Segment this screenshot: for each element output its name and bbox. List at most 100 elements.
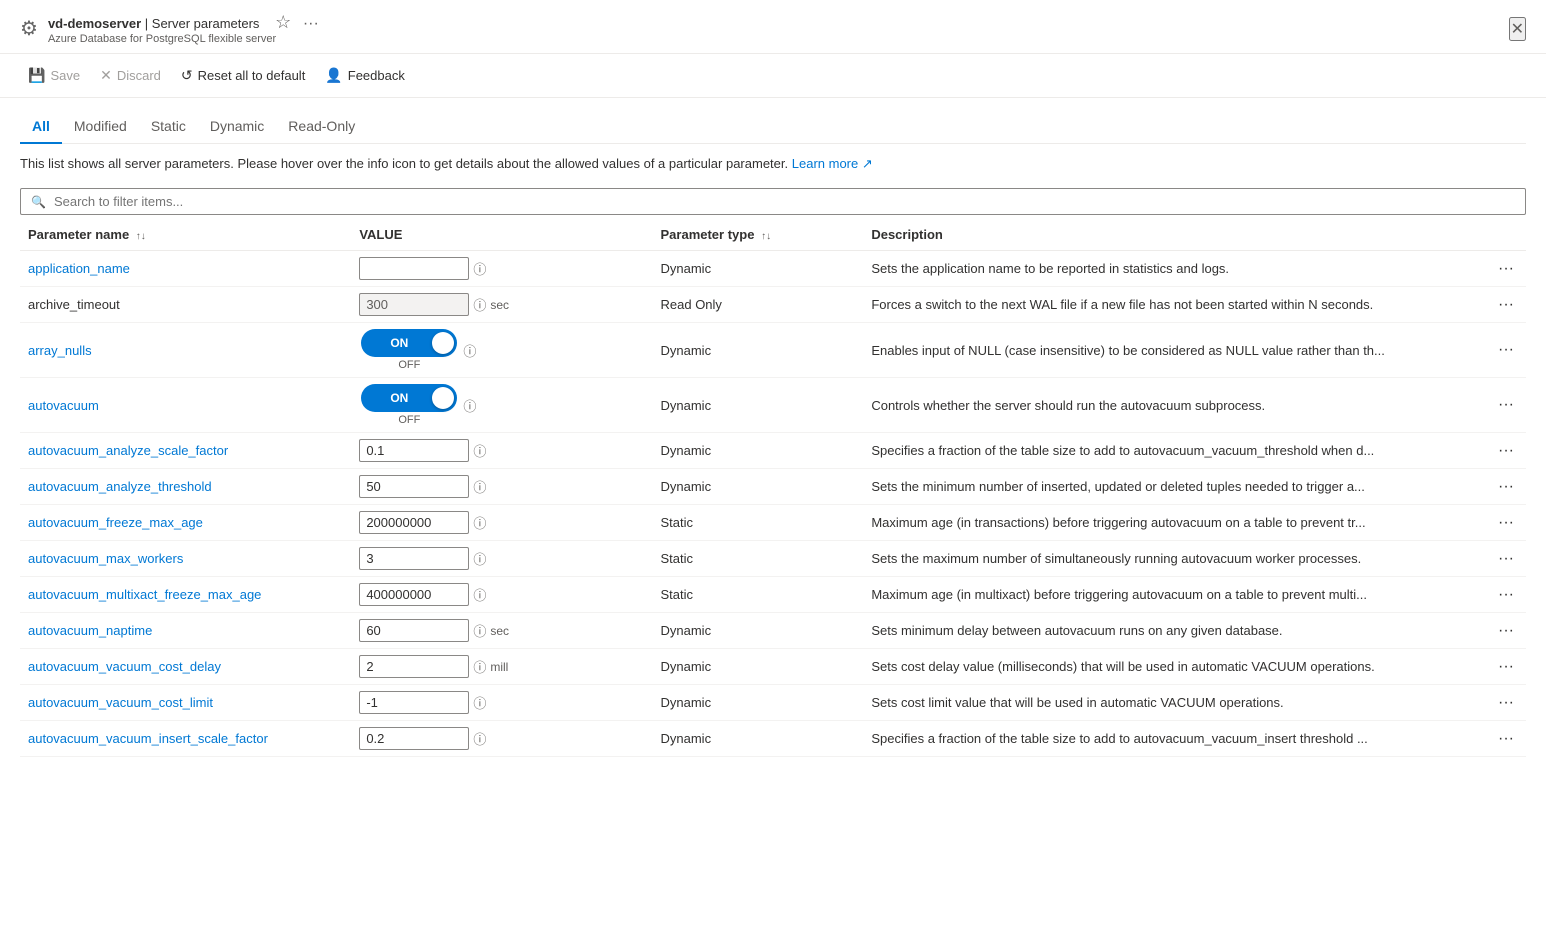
- more-options-icon[interactable]: ···: [303, 15, 319, 32]
- page-header: ⚙ vd-demoserver | Server parameters ☆ ··…: [0, 0, 1546, 54]
- value-cell: ⓘ: [359, 727, 644, 750]
- param-type: Dynamic: [653, 649, 864, 685]
- table-row: autovacuum_vacuum_cost_limitⓘDynamicSets…: [20, 685, 1526, 721]
- value-cell: ⓘ: [359, 475, 644, 498]
- row-more-button[interactable]: ···: [1494, 584, 1518, 606]
- close-button[interactable]: ✕: [1509, 17, 1526, 41]
- sort-icon-type: ↑↓: [761, 231, 771, 242]
- col-header-type[interactable]: Parameter type ↑↓: [653, 219, 864, 251]
- value-input[interactable]: [359, 439, 469, 462]
- value-cell: ONOFFⓘ: [359, 329, 644, 371]
- param-name-link[interactable]: autovacuum_analyze_threshold: [28, 479, 212, 494]
- row-more-button[interactable]: ···: [1494, 512, 1518, 534]
- param-name-link[interactable]: autovacuum_analyze_scale_factor: [28, 443, 228, 458]
- value-input[interactable]: [359, 619, 469, 642]
- table-header-row: Parameter name ↑↓ VALUE Parameter type ↑…: [20, 219, 1526, 251]
- value-cell: ⓘ: [359, 547, 644, 570]
- param-type: Read Only: [653, 287, 864, 323]
- value-input[interactable]: [359, 511, 469, 534]
- description-text: Maximum age (in transactions) before tri…: [871, 515, 1451, 530]
- info-icon[interactable]: ⓘ: [473, 621, 486, 640]
- tab-readonly[interactable]: Read-Only: [276, 110, 367, 144]
- value-input[interactable]: [359, 547, 469, 570]
- table-row: autovacuum_max_workersⓘStaticSets the ma…: [20, 541, 1526, 577]
- param-name-link[interactable]: autovacuum_max_workers: [28, 551, 183, 566]
- row-more-button[interactable]: ···: [1494, 294, 1518, 316]
- favorite-icon[interactable]: ☆: [275, 12, 291, 32]
- row-more-button[interactable]: ···: [1494, 656, 1518, 678]
- table-row: autovacuum_analyze_thresholdⓘDynamicSets…: [20, 469, 1526, 505]
- param-name-link[interactable]: autovacuum_vacuum_cost_limit: [28, 695, 213, 710]
- row-more-button[interactable]: ···: [1494, 548, 1518, 570]
- value-cell: ⓘ: [359, 439, 644, 462]
- param-name-link[interactable]: autovacuum_naptime: [28, 623, 152, 638]
- table-row: autovacuum_multixact_freeze_max_ageⓘStat…: [20, 577, 1526, 613]
- info-icon[interactable]: ⓘ: [473, 729, 486, 748]
- row-more-button[interactable]: ···: [1494, 476, 1518, 498]
- row-more-button[interactable]: ···: [1494, 728, 1518, 750]
- param-name-link[interactable]: application_name: [28, 261, 130, 276]
- value-input[interactable]: [359, 257, 469, 280]
- value-cell: ⓘmill: [359, 655, 644, 678]
- col-header-param[interactable]: Parameter name ↑↓: [20, 219, 351, 251]
- tab-dynamic[interactable]: Dynamic: [198, 110, 276, 144]
- row-more-button[interactable]: ···: [1494, 692, 1518, 714]
- param-name-link[interactable]: autovacuum_vacuum_cost_delay: [28, 659, 221, 674]
- feedback-button[interactable]: 👤 Feedback: [317, 62, 413, 89]
- info-icon[interactable]: ⓘ: [463, 341, 476, 360]
- row-more-button[interactable]: ···: [1494, 620, 1518, 642]
- info-icon[interactable]: ⓘ: [463, 396, 476, 415]
- toggle-on-label: ON: [361, 391, 457, 405]
- info-icon[interactable]: ⓘ: [473, 657, 486, 676]
- value-cell: ONOFFⓘ: [359, 384, 644, 426]
- row-more-button[interactable]: ···: [1494, 339, 1518, 361]
- sort-icon-param: ↑↓: [136, 231, 146, 242]
- param-type: Dynamic: [653, 721, 864, 757]
- discard-icon: ✕: [100, 67, 112, 84]
- info-icon[interactable]: ⓘ: [473, 693, 486, 712]
- row-more-button[interactable]: ···: [1494, 258, 1518, 280]
- param-name-link[interactable]: array_nulls: [28, 343, 92, 358]
- toggle-container: ONOFF: [359, 384, 459, 426]
- value-input[interactable]: [359, 727, 469, 750]
- param-type: Dynamic: [653, 469, 864, 505]
- value-input[interactable]: [359, 583, 469, 606]
- value-input[interactable]: [359, 691, 469, 714]
- row-more-button[interactable]: ···: [1494, 440, 1518, 462]
- learn-more-link[interactable]: Learn more ↗: [792, 156, 873, 171]
- param-type: Dynamic: [653, 378, 864, 433]
- info-icon[interactable]: ⓘ: [473, 585, 486, 604]
- description-text: Specifies a fraction of the table size t…: [871, 731, 1451, 746]
- col-header-desc: Description: [863, 219, 1465, 251]
- info-icon[interactable]: ⓘ: [473, 513, 486, 532]
- tab-static[interactable]: Static: [139, 110, 198, 144]
- toggle-switch[interactable]: ON: [361, 329, 457, 357]
- value-cell: ⓘ: [359, 691, 644, 714]
- value-input: [359, 293, 469, 316]
- param-name-link[interactable]: autovacuum_multixact_freeze_max_age: [28, 587, 261, 602]
- info-icon[interactable]: ⓘ: [473, 549, 486, 568]
- save-button[interactable]: 💾 Save: [20, 62, 88, 89]
- row-more-button[interactable]: ···: [1494, 394, 1518, 416]
- tab-modified[interactable]: Modified: [62, 110, 139, 144]
- reset-button[interactable]: ↺ Reset all to default: [173, 62, 313, 89]
- tab-all[interactable]: All: [20, 110, 62, 144]
- param-name-link[interactable]: autovacuum_vacuum_insert_scale_factor: [28, 731, 268, 746]
- gear-icon: ⚙: [20, 16, 38, 41]
- param-type: Static: [653, 505, 864, 541]
- value-input[interactable]: [359, 655, 469, 678]
- param-name-link[interactable]: autovacuum: [28, 398, 99, 413]
- description-text: This list shows all server parameters. P…: [20, 156, 788, 171]
- toggle-switch[interactable]: ON: [361, 384, 457, 412]
- info-icon[interactable]: ⓘ: [473, 259, 486, 278]
- param-type: Dynamic: [653, 613, 864, 649]
- value-cell: ⓘ: [359, 583, 644, 606]
- search-input[interactable]: [54, 194, 1515, 209]
- info-icon[interactable]: ⓘ: [473, 441, 486, 460]
- header-title-area: vd-demoserver | Server parameters ☆ ··· …: [48, 12, 1509, 45]
- info-icon[interactable]: ⓘ: [473, 477, 486, 496]
- discard-button[interactable]: ✕ Discard: [92, 62, 169, 89]
- value-input[interactable]: [359, 475, 469, 498]
- info-icon[interactable]: ⓘ: [473, 295, 486, 314]
- param-name-link[interactable]: autovacuum_freeze_max_age: [28, 515, 203, 530]
